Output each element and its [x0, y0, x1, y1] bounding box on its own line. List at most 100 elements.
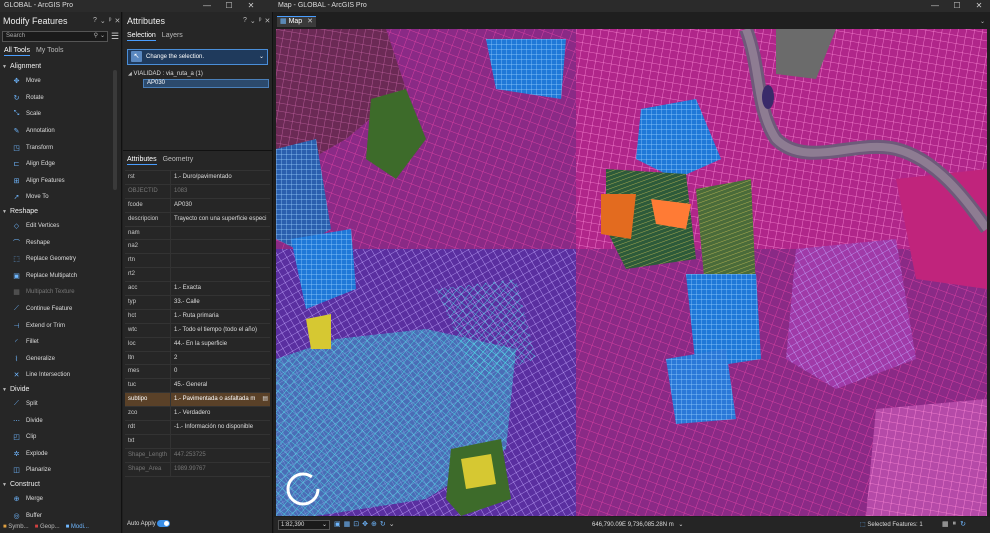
tool-generalize[interactable]: ⌇ Generalize — [0, 351, 112, 368]
tool-group-header[interactable]: ▼ Reshape — [0, 206, 112, 218]
attribute-row[interactable]: hct 1.- Ruta primaria — [125, 309, 270, 324]
grid-icon[interactable]: ▦ — [344, 520, 351, 528]
close-icon[interactable]: ✕ — [264, 17, 270, 25]
attribute-field-value[interactable]: 45.- General — [171, 379, 270, 392]
search-icon[interactable]: ⚲ — [94, 32, 98, 39]
tab-modify[interactable]: ■ Modi... — [66, 524, 89, 530]
attribute-row[interactable]: rdt -1.- Información no disponible — [125, 421, 270, 435]
pause-icon[interactable]: ⏸ — [953, 520, 957, 528]
tab-selection[interactable]: Selection — [127, 32, 156, 41]
tool-group-header[interactable]: ▼ Divide — [0, 384, 112, 396]
tool-planarize[interactable]: ◫ Planarize — [0, 462, 112, 479]
tool-replace-geometry[interactable]: ⬚ Replace Geometry — [0, 251, 112, 268]
minimize-icon[interactable]: — — [196, 0, 218, 12]
maximize-icon[interactable]: ☐ — [946, 0, 968, 12]
tool-scale[interactable]: ⤡ Scale — [0, 106, 112, 123]
tool-explode[interactable]: ✲ Explode — [0, 445, 112, 462]
attribute-field-value[interactable] — [171, 435, 270, 448]
chevron-down-icon[interactable]: ⌄ — [250, 17, 256, 25]
tool-move-to[interactable]: ➚ Move To — [0, 189, 112, 206]
attribute-row[interactable]: acc 1.- Exacta — [125, 282, 270, 297]
attribute-field-value[interactable] — [171, 268, 270, 281]
field-dropdown-icon[interactable]: ▤ — [262, 393, 268, 406]
collapse-icon[interactable]: ▼ — [2, 384, 10, 396]
tool-annotation[interactable]: ✎ Annotation — [0, 123, 112, 140]
attribute-row[interactable]: fcode AP030 — [125, 198, 270, 213]
minimize-icon[interactable]: — — [924, 0, 946, 12]
pin-icon[interactable]: ᵖ — [259, 17, 262, 25]
tool-continue-feature[interactable]: ⟋ Continue Feature — [0, 301, 112, 318]
map-view[interactable] — [276, 29, 987, 516]
tab-my-tools[interactable]: My Tools — [36, 47, 64, 56]
tool-align-edge[interactable]: ⊏ Align Edge — [0, 156, 112, 173]
attribute-row[interactable]: txt — [125, 434, 270, 449]
tree-collapse-icon[interactable]: ◢ — [128, 71, 132, 77]
attribute-field-value[interactable]: 1.- Ruta primaria — [171, 310, 270, 323]
close-icon[interactable]: ✕ — [307, 18, 313, 25]
attribute-row[interactable]: zco 1.- Verdadero — [125, 407, 270, 422]
tab-geometry[interactable]: Geometry — [163, 156, 194, 165]
chevron-down-icon[interactable]: ⌄ — [100, 32, 105, 39]
refresh-icon[interactable]: ↻ — [960, 520, 966, 528]
tool-clip[interactable]: ◰ Clip — [0, 429, 112, 446]
tool-line-intersection[interactable]: ✕ Line Intersection — [0, 367, 112, 384]
map-tab[interactable]: ▦ Map ✕ — [277, 16, 317, 27]
attribute-field-value[interactable]: 1.- Exacta — [171, 282, 270, 295]
collapse-icon[interactable]: ▼ — [2, 206, 10, 218]
attribute-field-value[interactable]: 0 — [171, 365, 270, 378]
attribute-row[interactable]: rtn — [125, 254, 270, 269]
attribute-field-value[interactable]: AP030 — [171, 199, 270, 212]
tool-fillet[interactable]: ◜ Fillet — [0, 334, 112, 351]
tool-transform[interactable]: ◳ Transform — [0, 139, 112, 156]
attribute-field-value[interactable]: 1.- Duro/pavimentado — [171, 171, 270, 184]
fixed-zoom-icon[interactable]: ⊡ — [353, 520, 359, 528]
table-icon[interactable]: ▦ — [942, 520, 949, 528]
collapse-icon[interactable]: ▼ — [2, 479, 10, 491]
attribute-row[interactable]: nam — [125, 226, 270, 241]
pan-icon[interactable]: ✥ — [362, 520, 368, 528]
tool-buffer[interactable]: ◎ Buffer — [0, 507, 112, 521]
tab-all-tools[interactable]: All Tools — [4, 47, 30, 56]
close-icon[interactable]: ✕ — [114, 17, 120, 25]
scale-select[interactable]: 1:82,390 ⌄ — [278, 520, 330, 530]
attribute-field-value[interactable]: Trayecto con una superficie especi — [171, 213, 270, 226]
tool-group-header[interactable]: ▼ Alignment — [0, 61, 112, 73]
attribute-row[interactable]: typ 33.- Calle — [125, 296, 270, 310]
tab-attributes[interactable]: Attributes — [127, 156, 157, 165]
tool-align-features[interactable]: ⊞ Align Features — [0, 173, 112, 190]
attribute-field-value[interactable] — [171, 240, 270, 253]
tool-merge[interactable]: ⊕ Merge — [0, 491, 112, 508]
attribute-field-value[interactable]: 1.- Verdadero — [171, 407, 270, 420]
chevron-down-icon[interactable]: ⌄ — [980, 18, 985, 25]
attribute-row[interactable]: wtc 1.- Todo el tiempo (todo el año) — [125, 323, 270, 338]
maximize-icon[interactable]: ☐ — [218, 0, 240, 12]
attribute-field-value[interactable]: 1.- Todo el tiempo (todo el año) — [171, 324, 270, 337]
collapse-icon[interactable]: ▼ — [2, 61, 10, 73]
close-icon[interactable]: ✕ — [968, 0, 990, 12]
attribute-field-value[interactable]: 33.- Calle — [171, 296, 270, 309]
selected-features-indicator[interactable]: ⬚ Selected Features: 1 — [860, 521, 923, 528]
tool-search-input[interactable]: Search ⚲ ⌄ — [2, 31, 108, 42]
attribute-field-value[interactable]: 1.- Pavimentada o asfaltada m — [171, 393, 270, 406]
attribute-row[interactable]: mes 0 — [125, 365, 270, 380]
tool-group-header[interactable]: ▼ Construct — [0, 479, 112, 491]
menu-icon[interactable]: ☰ — [111, 31, 119, 41]
rotate-map-icon[interactable]: ↻ — [380, 520, 386, 528]
attribute-row[interactable]: subtipo 1.- Pavimentada o asfaltada m ▤ — [125, 393, 270, 408]
attribute-row[interactable]: descripcion Trayecto con una superficie e… — [125, 212, 270, 227]
change-selection-dropdown[interactable]: ↖ Change the selection. ⌄ — [127, 49, 268, 65]
tab-symbology[interactable]: ■ Symb... — [3, 524, 29, 530]
zoom-icon[interactable]: ⊕ — [371, 520, 377, 528]
tree-feature-item[interactable]: AP030 — [143, 79, 269, 88]
tool-replace-multipatch[interactable]: ▣ Replace Multipatch — [0, 268, 112, 285]
tool-reshape[interactable]: ⌒ Reshape — [0, 234, 112, 251]
chevron-down-icon[interactable]: ⌄ — [389, 520, 395, 528]
tool-split[interactable]: ⟋ Split — [0, 396, 112, 413]
attribute-row[interactable]: ltn 2 — [125, 351, 270, 366]
full-extent-icon[interactable]: ▣ — [334, 520, 341, 528]
help-icon[interactable]: ? — [93, 17, 97, 25]
pin-icon[interactable]: ᵖ — [109, 17, 112, 25]
attribute-field-value[interactable]: 2 — [171, 352, 270, 365]
tab-geoprocessing[interactable]: ■ Geop... — [35, 524, 60, 530]
chevron-down-icon[interactable]: ⌄ — [100, 17, 106, 25]
